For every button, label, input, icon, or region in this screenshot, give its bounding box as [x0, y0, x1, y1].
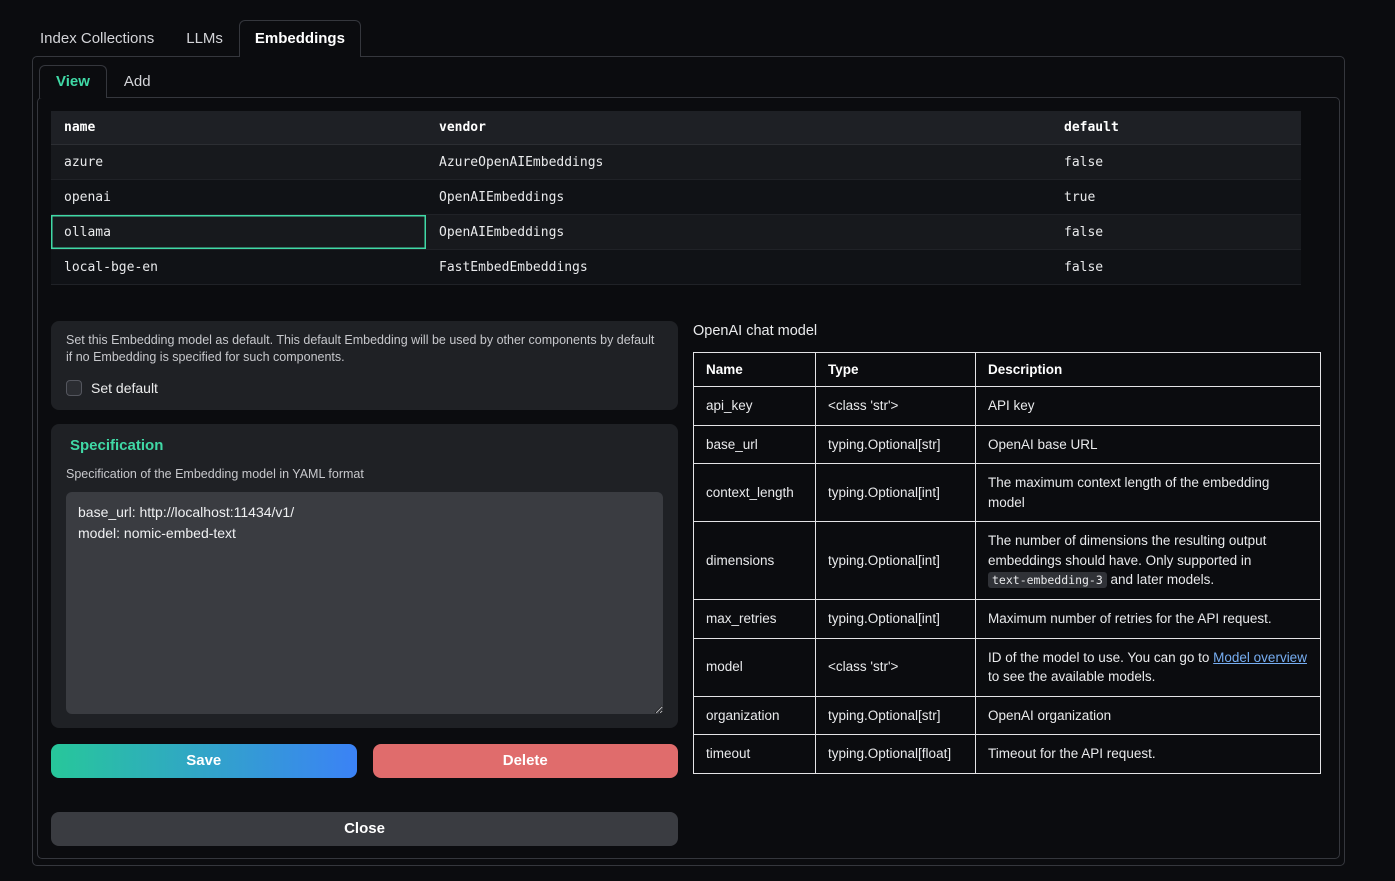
param-type: typing.Optional[str]	[816, 425, 976, 464]
embeddings-table-header-row: name vendor default	[51, 111, 1301, 145]
model-info-row: dimensionstyping.Optional[int]The number…	[694, 522, 1321, 600]
set-default-checkbox[interactable]	[66, 380, 82, 396]
detail-area: Set this Embedding model as default. Thi…	[51, 321, 1327, 846]
embeddings-table-body: azureAzureOpenAIEmbeddingsfalseopenaiOpe…	[51, 145, 1301, 285]
param-description: The maximum context length of the embedd…	[976, 464, 1321, 522]
param-description: ID of the model to use. You can go to Mo…	[976, 638, 1321, 696]
app-root: Index Collections LLMs Embeddings View A…	[0, 0, 1395, 866]
embeddings-cell-name[interactable]: azure	[51, 145, 426, 180]
param-name: model	[694, 638, 816, 696]
info-header-description: Description	[976, 353, 1321, 387]
embeddings-table: name vendor default azureAzureOpenAIEmbe…	[51, 111, 1301, 285]
info-header-name: Name	[694, 353, 816, 387]
tab-index-collections[interactable]: Index Collections	[24, 20, 170, 57]
model-info-row: model<class 'str'>ID of the model to use…	[694, 638, 1321, 696]
param-description: OpenAI base URL	[976, 425, 1321, 464]
view-tab-panel: name vendor default azureAzureOpenAIEmbe…	[37, 97, 1340, 859]
default-setting-block: Set this Embedding model as default. Thi…	[51, 321, 678, 410]
set-default-label: Set default	[91, 380, 158, 396]
embeddings-cell-default[interactable]: false	[1051, 145, 1301, 180]
info-header-type: Type	[816, 353, 976, 387]
tab-embeddings[interactable]: Embeddings	[239, 20, 361, 57]
param-name: timeout	[694, 735, 816, 774]
param-type: typing.Optional[str]	[816, 696, 976, 735]
embeddings-cell-default[interactable]: false	[1051, 250, 1301, 285]
param-name: context_length	[694, 464, 816, 522]
embeddings-cell-default[interactable]: false	[1051, 215, 1301, 250]
sub-tab-bar: View Add	[37, 65, 1340, 98]
param-description: Maximum number of retries for the API re…	[976, 599, 1321, 638]
param-name: api_key	[694, 387, 816, 426]
param-description: Timeout for the API request.	[976, 735, 1321, 774]
model-info-row: max_retriestyping.Optional[int]Maximum n…	[694, 599, 1321, 638]
embeddings-cell-vendor[interactable]: OpenAIEmbeddings	[426, 215, 1051, 250]
model-info-row: organizationtyping.Optional[str]OpenAI o…	[694, 696, 1321, 735]
param-type: <class 'str'>	[816, 387, 976, 426]
specification-block: Specification Specification of the Embed…	[51, 424, 678, 728]
specification-caption: Specification of the Embedding model in …	[66, 466, 663, 483]
default-description: Set this Embedding model as default. Thi…	[66, 332, 663, 367]
embeddings-cell-default[interactable]: true	[1051, 180, 1301, 215]
model-info-row: base_urltyping.Optional[str]OpenAI base …	[694, 425, 1321, 464]
tab-view[interactable]: View	[39, 65, 107, 98]
inline-code: text-embedding-3	[988, 572, 1107, 588]
embeddings-cell-name[interactable]: openai	[51, 180, 426, 215]
model-info-row: timeouttyping.Optional[float]Timeout for…	[694, 735, 1321, 774]
specification-heading: Specification	[70, 437, 659, 454]
param-type: typing.Optional[int]	[816, 599, 976, 638]
param-type: typing.Optional[float]	[816, 735, 976, 774]
param-description: API key	[976, 387, 1321, 426]
embeddings-cell-name[interactable]: local-bge-en	[51, 250, 426, 285]
model-info-title: OpenAI chat model	[693, 323, 1321, 339]
close-button[interactable]: Close	[51, 812, 678, 846]
embeddings-table-row: azureAzureOpenAIEmbeddingsfalse	[51, 145, 1301, 180]
model-info-panel: OpenAI chat model Name Type Description …	[693, 321, 1321, 774]
param-type: <class 'str'>	[816, 638, 976, 696]
param-description: The number of dimensions the resulting o…	[976, 522, 1321, 600]
embeddings-cell-vendor[interactable]: OpenAIEmbeddings	[426, 180, 1051, 215]
embeddings-cell-vendor[interactable]: FastEmbedEmbeddings	[426, 250, 1051, 285]
param-type: typing.Optional[int]	[816, 464, 976, 522]
column-header-default: default	[1051, 111, 1301, 145]
param-description: OpenAI organization	[976, 696, 1321, 735]
param-name: max_retries	[694, 599, 816, 638]
column-header-name: name	[51, 111, 426, 145]
model-info-header-row: Name Type Description	[694, 353, 1321, 387]
tab-add[interactable]: Add	[107, 65, 168, 98]
model-info-table: Name Type Description api_key<class 'str…	[693, 352, 1321, 774]
embeddings-table-row: ollamaOpenAIEmbeddingsfalse	[51, 215, 1301, 250]
embedding-edit-panel: Set this Embedding model as default. Thi…	[51, 321, 678, 846]
model-info-body: api_key<class 'str'>API keybase_urltypin…	[694, 387, 1321, 774]
embeddings-cell-name[interactable]: ollama	[51, 215, 426, 250]
embeddings-tab-panel: View Add name vendor default azureAzureO…	[32, 56, 1345, 866]
param-name: organization	[694, 696, 816, 735]
model-overview-link[interactable]: Model overview	[1213, 650, 1307, 665]
delete-button[interactable]: Delete	[373, 744, 679, 778]
set-default-row[interactable]: Set default	[66, 380, 663, 396]
embeddings-cell-vendor[interactable]: AzureOpenAIEmbeddings	[426, 145, 1051, 180]
action-buttons: Save Delete	[51, 744, 678, 778]
embeddings-table-row: local-bge-enFastEmbedEmbeddingsfalse	[51, 250, 1301, 285]
main-tab-bar: Index Collections LLMs Embeddings	[24, 20, 1345, 57]
tab-llms[interactable]: LLMs	[170, 20, 239, 57]
model-info-row: api_key<class 'str'>API key	[694, 387, 1321, 426]
model-info-row: context_lengthtyping.Optional[int]The ma…	[694, 464, 1321, 522]
param-type: typing.Optional[int]	[816, 522, 976, 600]
embeddings-table-row: openaiOpenAIEmbeddingstrue	[51, 180, 1301, 215]
param-name: base_url	[694, 425, 816, 464]
specification-input[interactable]: base_url: http://localhost:11434/v1/ mod…	[66, 492, 663, 714]
column-header-vendor: vendor	[426, 111, 1051, 145]
save-button[interactable]: Save	[51, 744, 357, 778]
param-name: dimensions	[694, 522, 816, 600]
